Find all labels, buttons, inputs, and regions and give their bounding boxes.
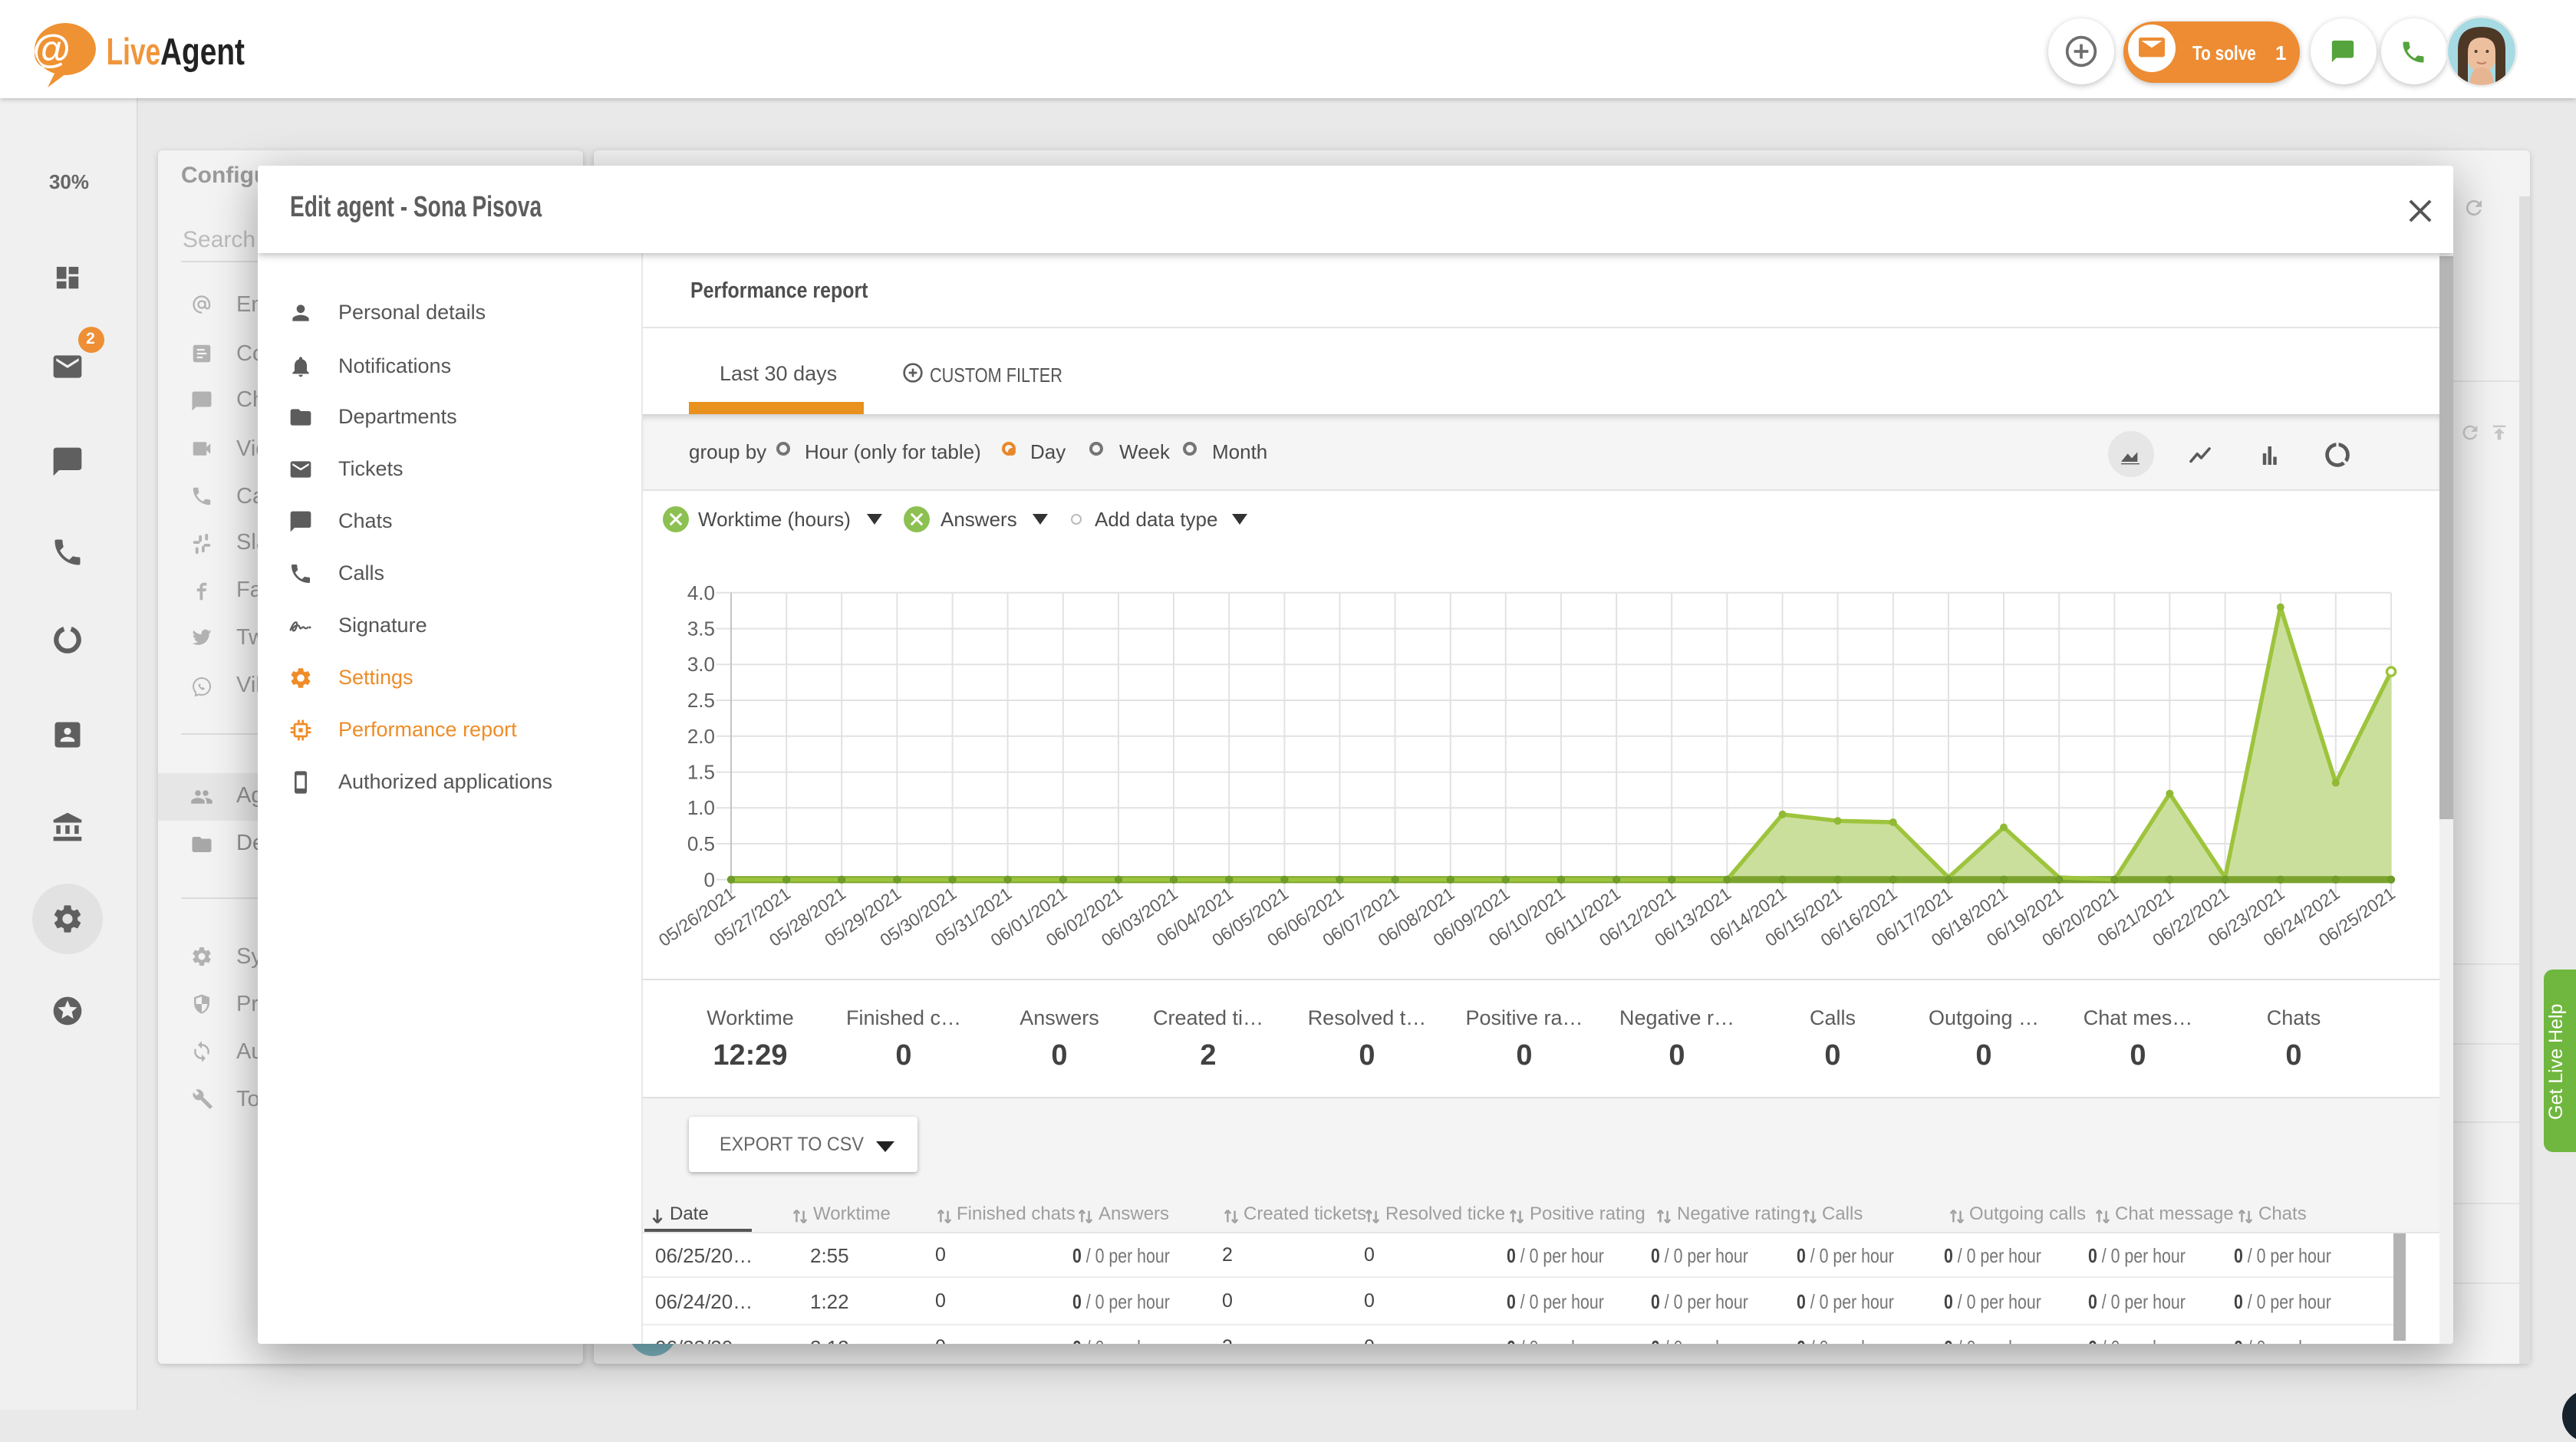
svg-text:4.0: 4.0 bbox=[687, 581, 715, 604]
svg-text:1.5: 1.5 bbox=[687, 761, 715, 784]
svg-text:2.5: 2.5 bbox=[687, 689, 715, 712]
svg-text:Agent: Agent bbox=[160, 31, 245, 73]
svg-text:0: 0 bbox=[704, 868, 715, 891]
svg-text:Live: Live bbox=[107, 31, 161, 73]
svg-text:3.0: 3.0 bbox=[687, 653, 715, 676]
svg-text:1.0: 1.0 bbox=[687, 796, 715, 819]
svg-text:3.5: 3.5 bbox=[687, 617, 715, 640]
svg-text:0.5: 0.5 bbox=[687, 832, 715, 855]
svg-text:2.0: 2.0 bbox=[687, 725, 715, 748]
